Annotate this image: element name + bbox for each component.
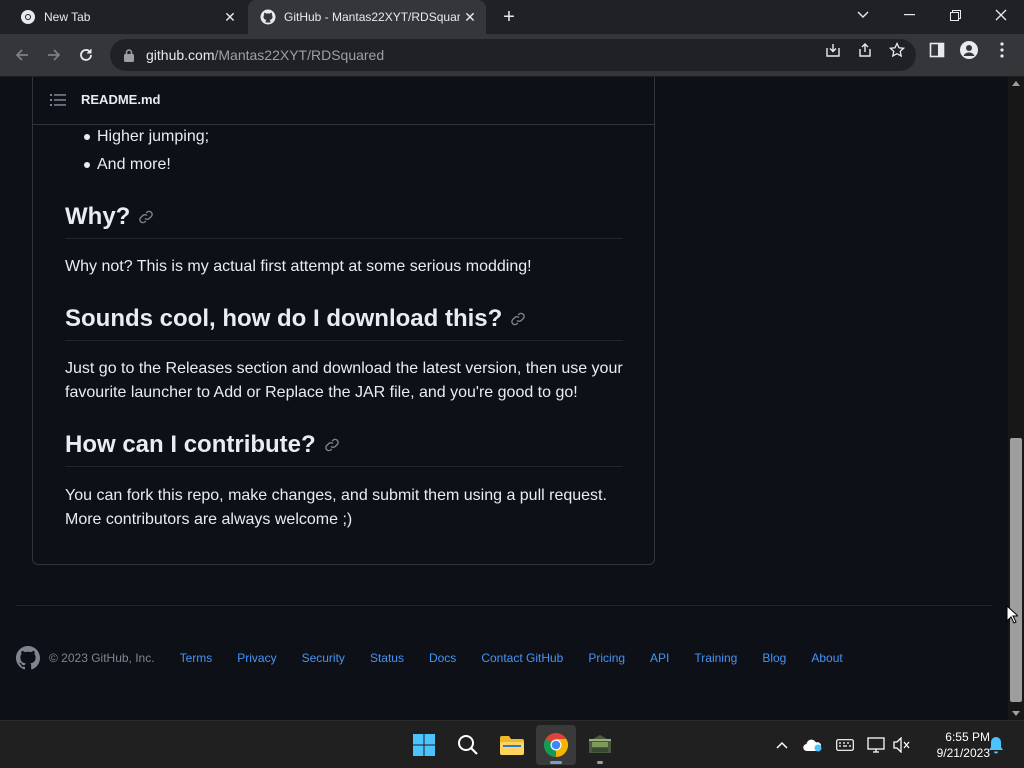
clock-date: 9/21/2023 bbox=[936, 746, 990, 760]
address-bar[interactable]: github.com/Mantas22XYT/RDSquared bbox=[110, 39, 916, 71]
forward-arrow-icon bbox=[48, 49, 61, 61]
footer-link-blog[interactable]: Blog bbox=[762, 651, 786, 665]
minimize-button[interactable] bbox=[886, 0, 932, 30]
list-unordered-icon[interactable] bbox=[50, 93, 66, 107]
heading-text: Why? bbox=[65, 203, 131, 230]
running-app-indicator bbox=[597, 761, 603, 764]
onedrive-icon[interactable] bbox=[803, 735, 823, 755]
footer-link-training[interactable]: Training bbox=[694, 651, 737, 665]
section-heading: Sounds cool, how do I download this? bbox=[65, 305, 526, 333]
url-path: /Mantas22XYT/RDSquared bbox=[214, 47, 385, 63]
section-body: Just go to the Releases section and down… bbox=[65, 360, 623, 401]
system-clock[interactable]: 6:55 PM 9/21/2023 bbox=[916, 729, 990, 761]
footer-link-status[interactable]: Status bbox=[370, 651, 404, 665]
forward-button[interactable] bbox=[41, 42, 67, 68]
link-icon[interactable] bbox=[324, 437, 340, 453]
tab-search-button[interactable] bbox=[840, 0, 886, 30]
volume-muted-icon[interactable] bbox=[892, 735, 912, 755]
chrome-icon bbox=[20, 9, 36, 25]
reload-icon bbox=[80, 49, 92, 61]
chrome-taskbar-button[interactable] bbox=[536, 725, 576, 765]
url-host: github.com bbox=[146, 47, 215, 63]
browser-toolbar: github.com/Mantas22XYT/RDSquared bbox=[0, 34, 1024, 77]
link-icon[interactable] bbox=[510, 311, 526, 327]
footer-link-about[interactable]: About bbox=[811, 651, 842, 665]
tab-github[interactable]: GitHub - Mantas22XYT/RDSquared ✕ bbox=[248, 0, 486, 34]
windows-logo-icon bbox=[413, 734, 435, 756]
side-panel-icon[interactable] bbox=[927, 41, 947, 59]
url-text[interactable]: github.com/Mantas22XYT/RDSquared bbox=[146, 47, 916, 63]
game-app-icon bbox=[589, 735, 611, 753]
network-icon[interactable] bbox=[866, 735, 886, 755]
search-button[interactable] bbox=[448, 725, 488, 765]
windows-taskbar: 6:55 PM 9/21/2023 bbox=[0, 720, 1024, 768]
list-item: Higher jumping; bbox=[64, 123, 209, 151]
section-heading: Why? bbox=[65, 203, 154, 231]
mouse-cursor-icon bbox=[1006, 605, 1018, 624]
footer-link-pricing[interactable]: Pricing bbox=[588, 651, 625, 665]
github-logo-icon[interactable] bbox=[16, 646, 40, 670]
footer-link-docs[interactable]: Docs bbox=[429, 651, 456, 665]
keyboard-icon[interactable] bbox=[835, 735, 855, 755]
readme-filename: README.md bbox=[81, 92, 161, 107]
tab-title: GitHub - Mantas22XYT/RDSquared bbox=[284, 10, 460, 24]
browser-titlebar: New Tab ✕ GitHub - Mantas22XYT/RDSquared… bbox=[0, 0, 1024, 34]
back-button[interactable] bbox=[9, 42, 35, 68]
chrome-icon bbox=[543, 733, 569, 757]
download-icon[interactable] bbox=[823, 41, 843, 59]
reload-button[interactable] bbox=[73, 42, 99, 68]
close-window-button[interactable] bbox=[978, 0, 1024, 30]
folder-icon bbox=[500, 736, 524, 755]
feature-list: Higher jumping; And more! bbox=[64, 123, 209, 179]
heading-divider bbox=[65, 340, 623, 341]
section-body: You can fork this repo, make changes, an… bbox=[65, 487, 607, 528]
menu-kebab-icon[interactable] bbox=[992, 41, 1012, 59]
heading-divider bbox=[65, 466, 623, 467]
footer-link-api[interactable]: API bbox=[650, 651, 669, 665]
back-arrow-icon bbox=[15, 49, 28, 61]
share-icon[interactable] bbox=[855, 41, 875, 59]
active-app-indicator bbox=[550, 761, 562, 764]
readme-header: README.md bbox=[33, 77, 654, 125]
list-item: And more! bbox=[64, 151, 209, 179]
bookmark-star-icon[interactable] bbox=[887, 41, 907, 59]
restore-button[interactable] bbox=[932, 0, 978, 30]
heading-text: Sounds cool, how do I download this? bbox=[65, 305, 503, 332]
scroll-down-arrow-icon[interactable] bbox=[1012, 711, 1020, 716]
heading-text: How can I contribute? bbox=[65, 431, 316, 458]
footer-link-security[interactable]: Security bbox=[302, 651, 345, 665]
chevron-down-icon bbox=[857, 11, 869, 18]
footer-link-contact[interactable]: Contact GitHub bbox=[481, 651, 563, 665]
tab-new-tab[interactable]: New Tab ✕ bbox=[8, 0, 246, 34]
page-footer: © 2023 GitHub, Inc. Terms Privacy Securi… bbox=[16, 645, 843, 671]
scrollbar-thumb[interactable] bbox=[1010, 438, 1022, 702]
start-button[interactable] bbox=[404, 725, 444, 765]
footer-divider bbox=[16, 605, 992, 606]
search-icon bbox=[458, 735, 478, 755]
chevron-up-icon[interactable] bbox=[772, 735, 792, 755]
footer-link-privacy[interactable]: Privacy bbox=[237, 651, 276, 665]
restore-icon bbox=[949, 9, 961, 21]
footer-copyright: © 2023 GitHub, Inc. bbox=[49, 651, 155, 665]
scroll-up-arrow-icon[interactable] bbox=[1012, 81, 1020, 86]
new-tab-button[interactable]: + bbox=[498, 6, 520, 28]
lock-icon[interactable] bbox=[122, 48, 136, 62]
footer-link-terms[interactable]: Terms bbox=[180, 651, 213, 665]
github-page: README.md Higher jumping; And more! Why?… bbox=[0, 77, 1008, 720]
close-tab-icon[interactable]: ✕ bbox=[460, 7, 480, 27]
section-heading: How can I contribute? bbox=[65, 431, 340, 459]
section-body: Why not? This is my actual first attempt… bbox=[65, 258, 532, 275]
heading-divider bbox=[65, 238, 623, 239]
clock-time: 6:55 PM bbox=[945, 730, 990, 744]
minimize-icon bbox=[903, 14, 915, 16]
link-icon[interactable] bbox=[138, 209, 154, 225]
file-explorer-button[interactable] bbox=[492, 725, 532, 765]
game-app-button[interactable] bbox=[580, 725, 620, 765]
notification-bell-icon[interactable] bbox=[986, 735, 1006, 755]
close-tab-icon[interactable]: ✕ bbox=[220, 7, 240, 27]
close-icon bbox=[995, 9, 1007, 21]
github-icon bbox=[260, 9, 276, 25]
tab-title: New Tab bbox=[44, 10, 91, 24]
profile-icon[interactable] bbox=[959, 41, 979, 59]
